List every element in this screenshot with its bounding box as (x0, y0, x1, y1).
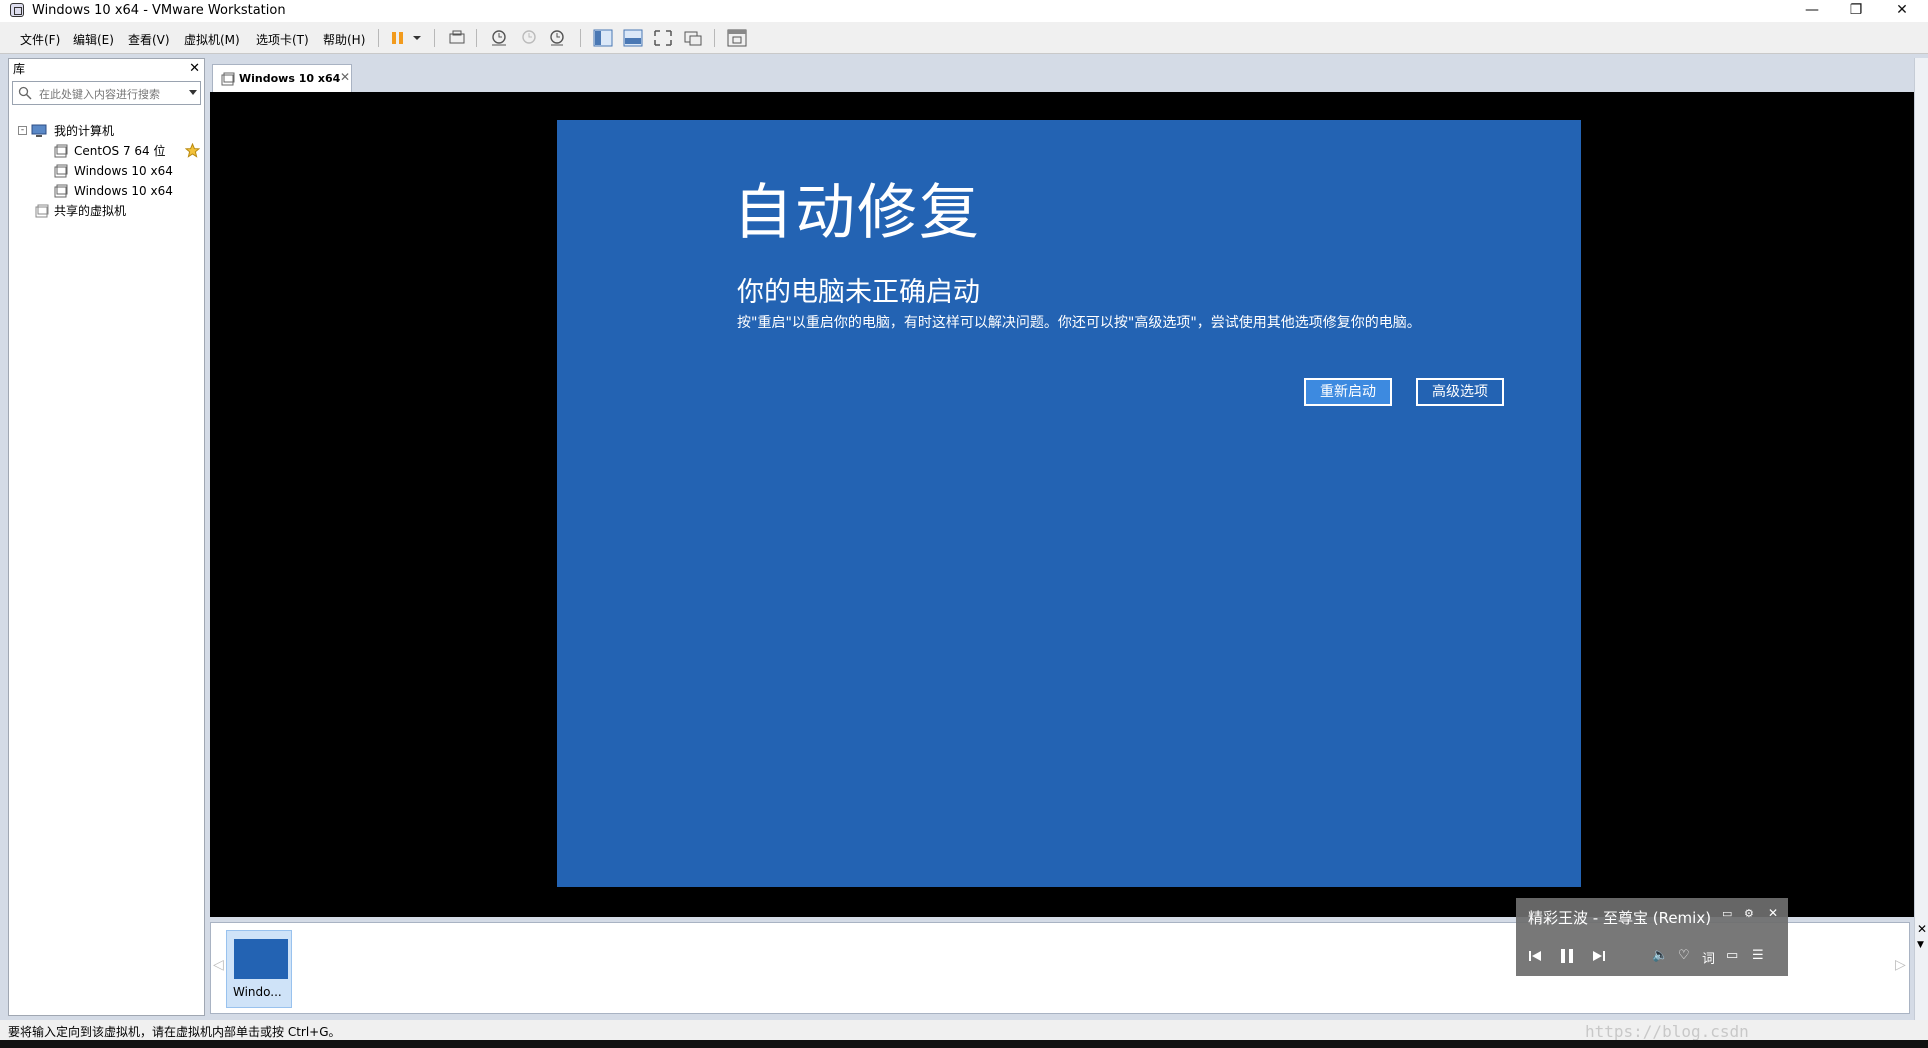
lyrics-button[interactable]: 词 (1702, 948, 1715, 967)
music-player: 精彩王波 - 至尊宝 (Remix) ▭ ⚙ ✕ 🔈 ♡ 词 ▭ ☰ (1516, 898, 1788, 976)
title-bar: Windows 10 x64 - VMware Workstation — ❐ … (0, 0, 1928, 22)
toolbar-separator (434, 29, 435, 47)
thumbnail-label: Windo... (233, 985, 282, 999)
tree-item-vm[interactable]: CentOS 7 64 位 (9, 141, 204, 161)
toolbar-separator (476, 29, 477, 47)
vm-icon (54, 144, 68, 158)
vm-icon (54, 164, 68, 178)
automatic-repair-subtitle: 你的电脑未正确启动 (737, 277, 980, 308)
search-icon (18, 86, 32, 100)
close-tab-icon[interactable]: ✕ (340, 70, 350, 84)
computer-icon (31, 124, 47, 137)
collapse-icon[interactable]: - (18, 126, 27, 135)
close-window-button[interactable]: ✕ (1880, 0, 1924, 22)
tree-item-my-computer[interactable]: - 我的计算机 (9, 121, 204, 141)
thumbnail-preview (234, 939, 288, 979)
automatic-repair-title: 自动修复 (733, 178, 981, 248)
send-ctrl-alt-del-icon[interactable] (446, 28, 468, 48)
library-title: 库 (13, 62, 26, 76)
vm-icon (221, 72, 235, 86)
mini-mode-icon[interactable]: ▭ (1722, 907, 1732, 920)
menu-vm[interactable]: 虚拟机(M) (184, 31, 240, 48)
toolbar-separator (378, 29, 379, 47)
library-tree: - 我的计算机 CentOS 7 64 位 Windows 10 x64 Win… (9, 121, 204, 221)
toolbar-separator (580, 29, 581, 47)
revert-snapshot-icon[interactable] (518, 28, 540, 48)
close-player-icon[interactable]: ✕ (1768, 906, 1778, 920)
menu-help[interactable]: 帮助(H) (323, 31, 365, 48)
next-track-icon[interactable] (1592, 949, 1606, 963)
advanced-options-button[interactable]: 高级选项 (1416, 378, 1504, 406)
menu-file[interactable]: 文件(F) (20, 31, 60, 48)
toolbar-separator (714, 29, 715, 47)
menu-toolbar: 文件(F) 编辑(E) 查看(V) 虚拟机(M) 选项卡(T) 帮助(H) (0, 22, 1928, 54)
watermark-text: https://blog.csdn (1585, 1022, 1749, 1041)
status-bar: 要将输入定向到该虚拟机，请在虚拟机内部单击或按 Ctrl+G。 https://… (0, 1020, 1928, 1041)
tree-label: 共享的虚拟机 (54, 204, 127, 218)
chevron-down-icon[interactable] (410, 28, 424, 48)
search-dropdown-icon[interactable] (189, 90, 197, 96)
tree-label: CentOS 7 64 位 (74, 144, 166, 158)
now-playing-title: 精彩王波 - 至尊宝 (Remix) (1528, 909, 1712, 927)
library-search-input[interactable] (37, 84, 176, 104)
window-title: Windows 10 x64 - VMware Workstation (32, 3, 286, 18)
shared-vm-icon (35, 204, 49, 218)
show-library-icon[interactable] (592, 28, 614, 48)
desktop-lyrics-icon[interactable]: ▭ (1726, 948, 1738, 963)
console-view-icon[interactable] (726, 28, 748, 48)
guest-screen[interactable]: 自动修复 你的电脑未正确启动 按"重启"以重启你的电脑，有时这样可以解决问题。你… (557, 120, 1581, 887)
previous-track-icon[interactable] (1528, 949, 1542, 963)
menu-view[interactable]: 查看(V) (128, 31, 170, 48)
like-heart-icon[interactable]: ♡ (1678, 948, 1690, 963)
tree-item-vm[interactable]: Windows 10 x64 (9, 181, 204, 201)
library-panel: 库 ✕ - 我的计算机 CentOS 7 64 位 (8, 58, 205, 1016)
vm-icon (54, 184, 68, 198)
library-search (12, 81, 201, 105)
show-thumbnail-bar-icon[interactable] (622, 28, 644, 48)
pause-icon[interactable] (388, 28, 410, 48)
snapshot-manager-icon[interactable] (546, 28, 568, 48)
library-header: 库 ✕ (9, 59, 204, 79)
full-screen-icon[interactable] (652, 28, 674, 48)
vm-console[interactable]: 自动修复 你的电脑未正确启动 按"重启"以重启你的电脑，有时这样可以解决问题。你… (210, 92, 1924, 917)
close-thumbnail-bar-icon[interactable]: ✕ (1917, 922, 1927, 936)
restore-button[interactable]: ❐ (1834, 0, 1878, 22)
playlist-icon[interactable]: ☰ (1752, 948, 1764, 963)
tree-label: 我的计算机 (54, 124, 115, 138)
restart-button[interactable]: 重新启动 (1304, 378, 1392, 406)
close-library-icon[interactable]: ✕ (189, 59, 200, 79)
scroll-right-icon[interactable]: ▷ (1895, 957, 1906, 973)
tree-label: Windows 10 x64 (74, 184, 173, 198)
taskbar-edge (0, 1040, 1928, 1048)
snapshot-icon[interactable] (488, 28, 510, 48)
vm-thumbnail[interactable]: Windo... (226, 930, 292, 1008)
tree-item-shared-vms[interactable]: 共享的虚拟机 (9, 201, 204, 221)
menu-tabs[interactable]: 选项卡(T) (256, 31, 309, 48)
scroll-left-icon[interactable]: ◁ (213, 957, 224, 973)
favorite-star-icon[interactable] (185, 143, 200, 158)
status-message: 要将输入定向到该虚拟机，请在虚拟机内部单击或按 Ctrl+G。 (8, 1025, 341, 1039)
unity-icon[interactable] (682, 28, 704, 48)
settings-icon[interactable]: ⚙ (1744, 907, 1754, 920)
tab-strip: Windows 10 x64 ✕ (210, 58, 1928, 92)
automatic-repair-description: 按"重启"以重启你的电脑，有时这样可以解决问题。你还可以按"高级选项"，尝试使用… (737, 315, 1421, 331)
thumbnail-dropdown-icon[interactable]: ▼ (1917, 940, 1924, 950)
menu-edit[interactable]: 编辑(E) (73, 31, 114, 48)
pause-icon[interactable] (1558, 947, 1576, 965)
tab-windows-10[interactable]: Windows 10 x64 ✕ (212, 64, 352, 92)
right-edge-panel: ✕ ▼ (1914, 58, 1928, 1040)
vmware-app-icon (10, 3, 24, 17)
tab-label: Windows 10 x64 (239, 72, 341, 85)
tree-item-vm[interactable]: Windows 10 x64 (9, 161, 204, 181)
tree-label: Windows 10 x64 (74, 164, 173, 178)
volume-icon[interactable]: 🔈 (1652, 948, 1668, 963)
minimize-button[interactable]: — (1790, 0, 1834, 22)
